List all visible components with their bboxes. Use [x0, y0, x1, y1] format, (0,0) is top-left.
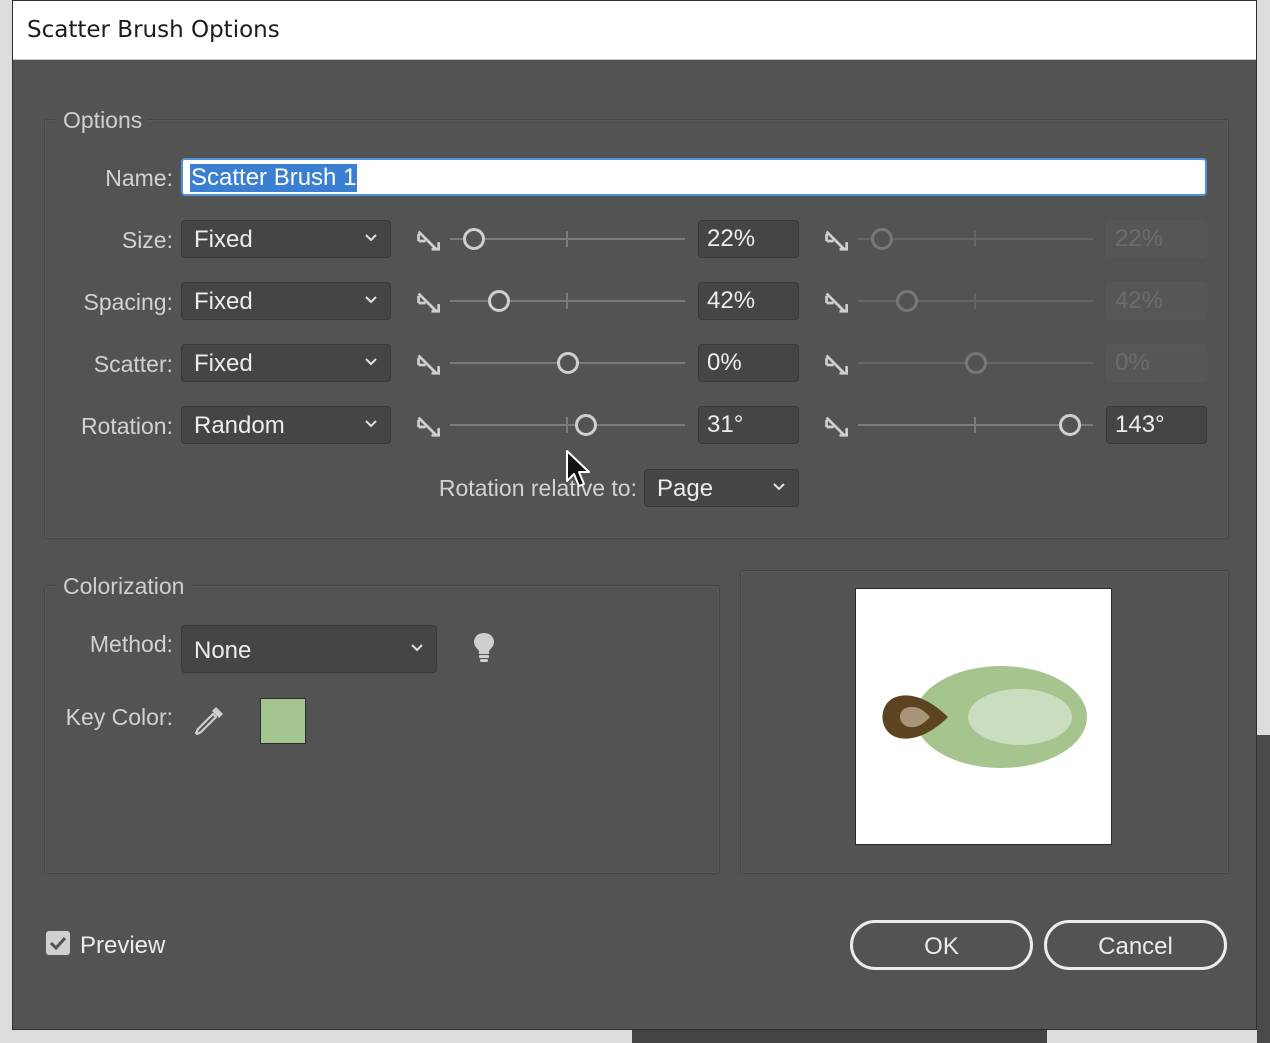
chevron-down-icon: [365, 234, 377, 242]
spacing-min-slider[interactable]: [450, 289, 685, 313]
slider-knob[interactable]: [557, 352, 579, 374]
spacing-max-slider: [858, 289, 1093, 313]
slider-knob: [871, 228, 893, 250]
size-mode-select[interactable]: Fixed: [181, 220, 391, 258]
spacing-mode-select[interactable]: Fixed: [181, 282, 391, 320]
rotation-relative-label: Rotation relative to:: [438, 475, 637, 501]
spacing-min-text: 42%: [707, 287, 756, 314]
size-max-value: 22%: [1106, 220, 1207, 258]
rotation-label: Rotation:: [80, 413, 173, 439]
chevron-down-icon: [365, 358, 377, 366]
scatter-mode-select[interactable]: Fixed: [181, 344, 391, 382]
background-strip: [632, 1030, 1047, 1043]
preview-checkbox[interactable]: [46, 931, 70, 955]
name-input[interactable]: Scatter Brush 1: [181, 158, 1207, 196]
key-color-swatch[interactable]: [260, 698, 306, 744]
rotation-relative-value: Page: [657, 475, 714, 502]
pressure-variation-icon[interactable]: [415, 290, 441, 316]
spacing-max-value: 42%: [1106, 282, 1207, 320]
scatter-max-value: 0%: [1106, 344, 1207, 382]
slider-knob: [965, 352, 987, 374]
slider-knob[interactable]: [575, 414, 597, 436]
brush-preview: [855, 588, 1112, 845]
rotation-min-value[interactable]: 31°: [698, 406, 799, 444]
rotation-relative-select[interactable]: Page: [644, 469, 799, 507]
size-mode-value: Fixed: [194, 226, 253, 253]
pressure-variation-icon: [825, 354, 848, 375]
scatter-max-text: 0%: [1115, 349, 1150, 376]
pressure-variation-icon[interactable]: [415, 414, 441, 440]
scatter-min-text: 0%: [707, 349, 742, 376]
scatter-label: Scatter:: [93, 351, 173, 377]
dialog-title: Scatter Brush Options: [27, 17, 280, 43]
rotation-max-slider[interactable]: [858, 413, 1093, 437]
rotation-min-slider[interactable]: [450, 413, 685, 437]
size-max-slider: [858, 227, 1093, 251]
options-legend: Options: [57, 107, 149, 134]
size-min-slider[interactable]: [450, 227, 685, 251]
slider-knob[interactable]: [1059, 414, 1081, 436]
pressure-variation-icon[interactable]: [823, 414, 849, 440]
slider-knob[interactable]: [463, 228, 485, 250]
method-value: None: [194, 637, 252, 664]
pressure-variation-icon: [825, 292, 848, 313]
pressure-variation-icon[interactable]: [415, 228, 441, 254]
name-label: Name:: [105, 165, 173, 191]
chevron-down-icon: [773, 483, 785, 491]
spacing-mode-value: Fixed: [194, 288, 253, 315]
scatter-min-value[interactable]: 0%: [698, 344, 799, 382]
rotation-max-text: 143°: [1115, 411, 1165, 438]
method-select[interactable]: None: [181, 625, 437, 673]
ok-button[interactable]: OK: [850, 920, 1033, 970]
size-min-value[interactable]: 22%: [698, 220, 799, 258]
scatter-max-slider: [858, 351, 1093, 375]
rotation-mode-value: Random: [194, 412, 285, 439]
size-label: Size:: [121, 227, 173, 253]
cancel-button[interactable]: Cancel: [1044, 920, 1227, 970]
colorization-legend: Colorization: [57, 573, 191, 600]
spacing-label: Spacing:: [83, 289, 173, 315]
title-bar: Scatter Brush Options: [13, 1, 1256, 60]
size-min-text: 22%: [707, 225, 756, 252]
pressure-variation-icon: [825, 230, 848, 251]
slider-knob: [896, 290, 918, 312]
cancel-button-label: Cancel: [1098, 933, 1173, 960]
chevron-down-icon: [365, 420, 377, 428]
checkmark-icon: [49, 936, 67, 951]
key-color-label: Key Color:: [65, 704, 173, 730]
name-input-value: Scatter Brush 1: [190, 164, 358, 192]
tips-lightbulb-icon[interactable]: [472, 631, 496, 665]
preview-label[interactable]: Preview: [80, 932, 165, 960]
slider-knob[interactable]: [488, 290, 510, 312]
spacing-min-value[interactable]: 42%: [698, 282, 799, 320]
eyedropper-icon[interactable]: [191, 703, 227, 739]
scatter-mode-value: Fixed: [194, 350, 253, 377]
scatter-min-slider[interactable]: [450, 351, 685, 375]
scatter-art-leaf: [882, 666, 1087, 768]
method-label: Method:: [89, 631, 173, 657]
pressure-variation-icon[interactable]: [415, 352, 441, 378]
rotation-min-text: 31°: [707, 411, 744, 438]
size-max-text: 22%: [1115, 225, 1164, 252]
mouse-cursor-icon: [566, 450, 590, 487]
scatter-brush-dialog: Scatter Brush Options Options Name: Scat…: [12, 0, 1257, 1030]
background-panel: [1257, 735, 1270, 1043]
chevron-down-icon: [365, 296, 377, 304]
ok-button-label: OK: [924, 933, 959, 960]
spacing-max-text: 42%: [1115, 287, 1164, 314]
chevron-down-icon: [411, 644, 423, 652]
rotation-max-value[interactable]: 143°: [1106, 406, 1207, 444]
rotation-mode-select[interactable]: Random: [181, 406, 391, 444]
